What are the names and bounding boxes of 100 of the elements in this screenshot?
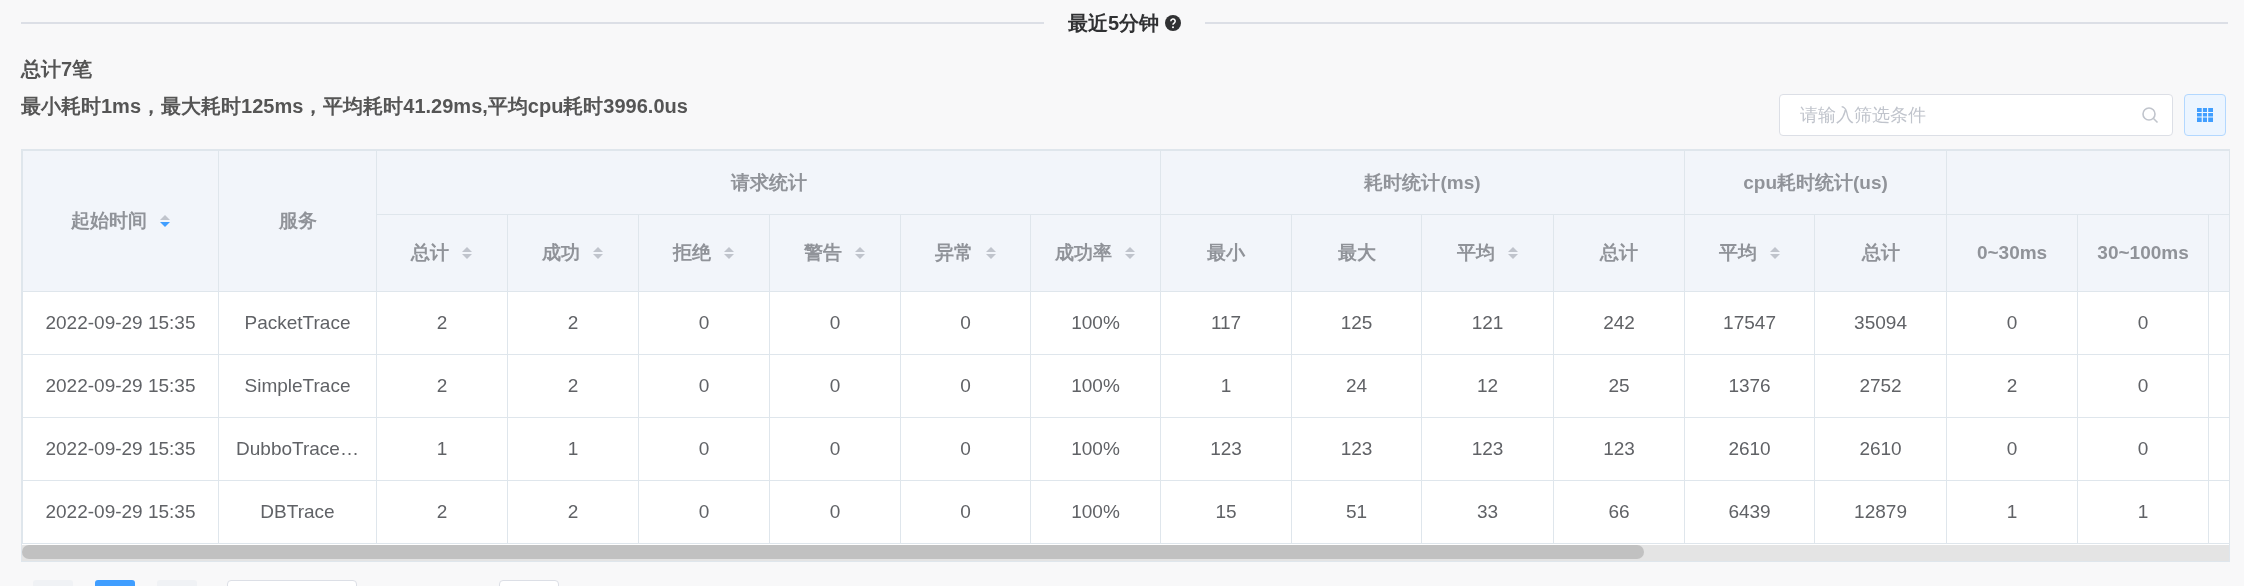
table-cell: 1 <box>2137 501 2149 522</box>
table-cell: 125 <box>1340 312 1373 333</box>
table-cell: 0 <box>2006 438 2018 459</box>
sort-icon[interactable] <box>1506 245 1519 261</box>
sort-icon[interactable] <box>1768 245 1781 261</box>
table-cell: PacketTrace <box>244 312 351 333</box>
table-cell: 12 <box>1476 375 1499 396</box>
table-cell: 0 <box>698 375 710 396</box>
table-cell: 0 <box>2137 375 2149 396</box>
table-cell: 0 <box>960 438 971 459</box>
sort-icon[interactable] <box>592 245 604 261</box>
table-cell: 12879 <box>1854 501 1907 522</box>
table-cell: DubboTrace… <box>236 438 359 459</box>
table-cell: 0 <box>960 312 971 333</box>
column-settings-button[interactable] <box>2184 94 2226 136</box>
table-cell: SimpleTrace <box>244 375 351 396</box>
table-cell: 123 <box>1603 438 1635 459</box>
table-cell: 123 <box>1471 438 1504 459</box>
column-header[interactable]: 成功 <box>542 240 580 266</box>
table-cell: 2022-09-29 15:35 <box>45 501 196 522</box>
sort-icon[interactable] <box>854 245 866 261</box>
table-cell: 123 <box>1340 438 1373 459</box>
column-header: 0~30ms <box>1976 242 2048 264</box>
table-cell: 2610 <box>1859 438 1902 459</box>
column-header[interactable]: 拒绝 <box>673 240 711 266</box>
table-cell: 0 <box>829 375 841 396</box>
table-cell: 2 <box>436 375 448 396</box>
table-cell: 100% <box>1071 312 1120 333</box>
column-header[interactable]: 总计 <box>411 240 449 266</box>
sort-icon[interactable] <box>1124 245 1136 261</box>
table-cell: 117 <box>1210 312 1242 333</box>
sort-icon[interactable] <box>461 245 473 261</box>
table-cell: 33 <box>1476 501 1499 522</box>
table-cell: 2022-09-29 15:35 <box>45 438 196 459</box>
table-cell: 24 <box>1345 375 1368 396</box>
table-cell: 100% <box>1071 501 1120 522</box>
table-cell: 0 <box>2006 312 2018 333</box>
column-header: 最大 <box>1337 241 1376 265</box>
table-cell: 0 <box>829 501 841 522</box>
column-header: 总计 <box>1600 241 1639 265</box>
column-header[interactable]: 异常 <box>934 240 973 266</box>
horizontal-scrollbar[interactable] <box>22 545 2229 561</box>
table-cell: 1 <box>436 438 448 459</box>
table-cell: 0 <box>698 438 710 459</box>
column-header: 30~100ms <box>2097 242 2189 264</box>
table-cell: 1 <box>567 438 579 459</box>
table-cell: 2 <box>567 312 579 333</box>
table-cell: 0 <box>2137 438 2149 459</box>
table-cell: 100% <box>1071 375 1120 396</box>
table-cell: 2752 <box>1859 375 1902 396</box>
column-header: 最小 <box>1207 241 1246 265</box>
table-cell: 121 <box>1471 312 1504 333</box>
sort-icon[interactable] <box>158 213 171 229</box>
table-cell: 0 <box>829 312 841 333</box>
table-cell: 15 <box>1215 501 1237 522</box>
table-cell: 2 <box>436 501 448 522</box>
table-cell: 2610 <box>1728 438 1771 459</box>
sort-icon[interactable] <box>984 245 997 261</box>
table-cell: 242 <box>1603 312 1635 333</box>
search-icon <box>2141 106 2159 124</box>
table-cell: 0 <box>960 501 971 522</box>
table-cell: 66 <box>1608 501 1630 522</box>
column-header[interactable]: 警告 <box>804 240 842 266</box>
table-cell: 2 <box>567 501 579 522</box>
table-cell: 17547 <box>1723 312 1776 333</box>
table-cell: 2 <box>2006 375 2018 396</box>
help-icon[interactable] <box>1165 15 1182 31</box>
stats-summary: 最小耗时1ms，最大耗时125ms，平均耗时41.29ms,平均cpu耗时3996.0us <box>21 94 688 119</box>
column-header[interactable]: 成功率 <box>1055 240 1112 266</box>
table-cell: 0 <box>2137 312 2149 333</box>
table-cell: 1 <box>1220 375 1232 396</box>
table-cell: 35094 <box>1854 312 1907 333</box>
table-cell: 2022-09-29 15:35 <box>45 375 196 396</box>
table-cell: 123 <box>1210 438 1242 459</box>
table-cell: 0 <box>698 501 710 522</box>
table-cell: DBTrace <box>260 501 335 522</box>
table-cell: 0 <box>960 375 971 396</box>
column-header[interactable]: 起始时间 <box>70 208 147 234</box>
column-header[interactable]: 平均 <box>1718 240 1757 266</box>
column-header: 服务 <box>278 209 317 233</box>
table-cell: 2 <box>567 375 579 396</box>
table-cell: 51 <box>1345 501 1368 522</box>
table-cell: 2022-09-29 15:35 <box>45 312 196 333</box>
table-cell: 6439 <box>1728 501 1771 522</box>
sort-icon[interactable] <box>723 245 735 261</box>
table-cell: 1 <box>2006 501 2018 522</box>
table-cell: 25 <box>1608 375 1630 396</box>
table-icon <box>2196 107 2214 123</box>
column-header: 总计 <box>1861 241 1900 265</box>
column-header[interactable]: 平均 <box>1456 240 1495 266</box>
table-cell: 2 <box>436 312 448 333</box>
group-header: 耗时统计(ms) <box>1364 171 1481 193</box>
group-header: 请求统计 <box>730 171 807 193</box>
table-cell: 0 <box>698 312 710 333</box>
section-title: 最近5分钟 <box>1067 10 1160 36</box>
table-cell: 0 <box>829 438 841 459</box>
filter-field[interactable]: 请输入筛选条件 <box>1779 94 2173 136</box>
table-cell: 1376 <box>1728 375 1771 396</box>
total-count: 总计7笔 <box>21 57 94 82</box>
group-header: cpu耗时统计(us) <box>1743 171 1888 193</box>
